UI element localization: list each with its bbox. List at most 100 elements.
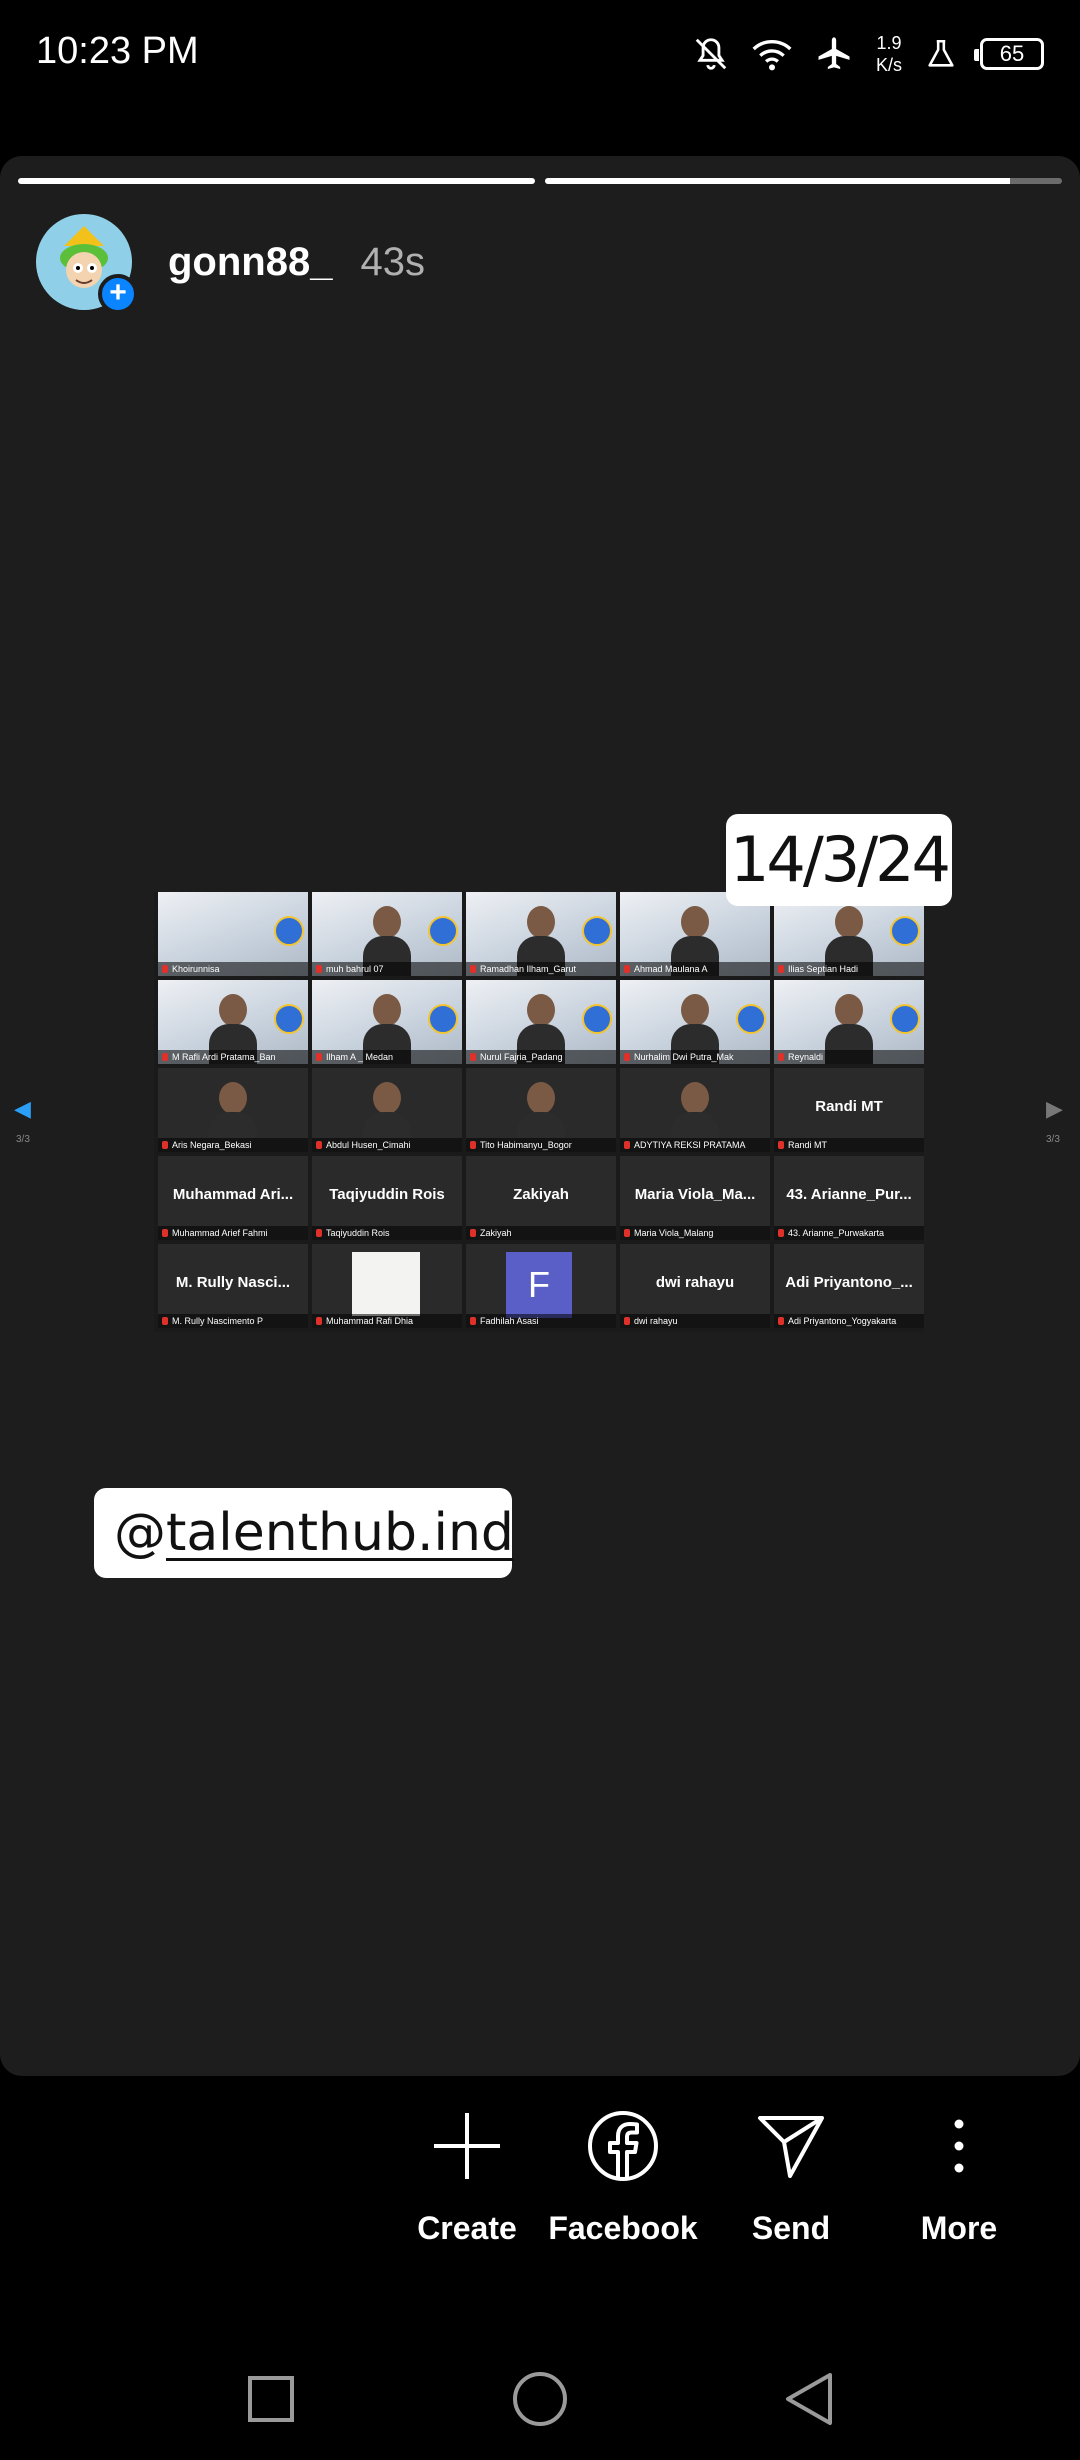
mention-prefix: @ <box>114 1503 166 1563</box>
participant-label: Randi MT <box>774 1138 924 1152</box>
participant-label: Tito Habimanyu_Bogor <box>466 1138 616 1152</box>
participant-tile: Khoirunnisa <box>158 892 308 976</box>
participant-tile: Nurhalim Dwi Putra_Mak <box>620 980 770 1064</box>
facebook-icon <box>583 2106 663 2186</box>
system-nav-bar <box>0 2340 1080 2460</box>
participant-label: Ramadhan Ilham_Garut <box>466 962 616 976</box>
participant-tile: ADYTIYA REKSI PRATAMA <box>620 1068 770 1152</box>
battery-level: 65 <box>999 41 1025 66</box>
participant-name-large: Muhammad Ari... <box>172 1186 294 1203</box>
participant-tile: Abdul Husen_Cimahi <box>312 1068 462 1152</box>
participant-label: Ilias Septian Hadi <box>774 962 924 976</box>
more-vertical-icon <box>919 2106 999 2186</box>
participant-label: Adi Priyantono_Yogyakarta <box>774 1314 924 1328</box>
participant-tile: M Rafli Ardi Pratama_Ban <box>158 980 308 1064</box>
create-label: Create <box>417 2210 517 2246</box>
participant-tile: Nurul Fajria_Padang <box>466 980 616 1064</box>
participant-label: M. Rully Nascimento P <box>158 1314 308 1328</box>
participant-tile: Reynaldi <box>774 980 924 1064</box>
date-sticker: 14/3/24 <box>726 814 952 906</box>
create-button[interactable]: Create <box>382 2106 552 2247</box>
event-logo-icon <box>582 1004 612 1034</box>
participant-name-large: Randi MT <box>815 1098 883 1115</box>
participant-initial-avatar: F <box>506 1252 572 1318</box>
participant-tile: dwi rahayu dwi rahayu <box>620 1244 770 1328</box>
participant-tile: muh bahrul 07 <box>312 892 462 976</box>
username[interactable]: gonn88_ <box>168 240 332 285</box>
participant-video <box>352 1252 420 1316</box>
participant-name-large: Adi Priyantono_... <box>785 1274 913 1291</box>
participant-name-large: 43. Arianne_Pur... <box>786 1186 912 1203</box>
participant-label: Ilham A _ Medan <box>312 1050 462 1064</box>
story-action-bar: Create Facebook Send More <box>0 2106 1080 2286</box>
status-bar: 10:23 PM 1.9 K/s 65 <box>0 0 1080 110</box>
participant-tile: Adi Priyantono_... Adi Priyantono_Yogyaka… <box>774 1244 924 1328</box>
story-card[interactable]: + gonn88_ 43s Khoirunnisa muh bahrul 07 Ra… <box>0 156 1080 2076</box>
participant-label: M Rafli Ardi Pratama_Ban <box>158 1050 308 1064</box>
meeting-prev-arrow-icon: ◀ <box>14 1096 31 1121</box>
participant-name-large: Zakiyah <box>513 1186 569 1203</box>
participant-tile: Ramadhan Ilham_Garut <box>466 892 616 976</box>
event-logo-icon <box>428 916 458 946</box>
network-speed: 1.9 K/s <box>876 32 902 76</box>
participant-tile: Muhammad Ari... Muhammad Arief Fahmi <box>158 1156 308 1240</box>
add-story-icon[interactable]: + <box>98 274 138 314</box>
meeting-page-left: 3/3 <box>16 1134 30 1145</box>
triangle-back-icon <box>786 2373 832 2425</box>
network-speed-value: 1.9 <box>876 33 902 53</box>
event-logo-icon <box>890 1004 920 1034</box>
participant-label: Nurul Fajria_Padang <box>466 1050 616 1064</box>
event-logo-icon <box>582 916 612 946</box>
participant-label: Muhammad Arief Fahmi <box>158 1226 308 1240</box>
participant-label: Abdul Husen_Cimahi <box>312 1138 462 1152</box>
participant-tile: Muhammad Rafi Dhia <box>312 1244 462 1328</box>
participant-name-large: M. Rully Nasci... <box>175 1274 291 1291</box>
participant-label: Fadhilah Asasi <box>466 1314 616 1328</box>
story-progress <box>18 178 1062 184</box>
plus-icon <box>427 2106 507 2186</box>
participant-label: Aris Negara_Bekasi <box>158 1138 308 1152</box>
event-logo-icon <box>428 1004 458 1034</box>
event-logo-icon <box>274 1004 304 1034</box>
participant-label: Ahmad Maulana A <box>620 962 770 976</box>
avatar[interactable]: + <box>36 214 138 314</box>
participant-label: Khoirunnisa <box>158 962 308 976</box>
participant-label: muh bahrul 07 <box>312 962 462 976</box>
event-logo-icon <box>736 1004 766 1034</box>
airplane-mode-icon <box>814 34 854 74</box>
participant-label: Muhammad Rafi Dhia <box>312 1314 462 1328</box>
facebook-button[interactable]: Facebook <box>538 2106 708 2247</box>
back-button[interactable] <box>774 2364 844 2434</box>
more-button[interactable]: More <box>874 2106 1044 2247</box>
meeting-page-right: 3/3 <box>1046 1134 1060 1145</box>
home-button[interactable] <box>505 2364 575 2434</box>
mention-handle[interactable]: talenthub.ind <box>166 1503 514 1563</box>
lab-icon <box>924 37 958 71</box>
send-button[interactable]: Send <box>706 2106 876 2247</box>
participant-tile: Aris Negara_Bekasi <box>158 1068 308 1152</box>
network-speed-unit: K/s <box>875 55 902 75</box>
participant-tile: M. Rully Nasci... M. Rully Nascimento P <box>158 1244 308 1328</box>
participant-name-large: dwi rahayu <box>655 1274 735 1291</box>
participant-tile: F Fadhilah Asasi <box>466 1244 616 1328</box>
participant-tile: 43. Arianne_Pur... 43. Arianne_Purwakarta <box>774 1156 924 1240</box>
recents-button[interactable] <box>236 2364 306 2434</box>
send-icon <box>751 2106 831 2186</box>
wifi-icon <box>752 36 792 72</box>
story-progress-segment <box>18 178 535 184</box>
participant-label: ADYTIYA REKSI PRATAMA <box>620 1138 770 1152</box>
more-label: More <box>920 2210 998 2246</box>
participant-label: Reynaldi <box>774 1050 924 1064</box>
story-time: 43s <box>360 239 425 284</box>
mention-sticker[interactable]: @talenthub.ind <box>94 1488 514 1578</box>
participant-tile: Zakiyah Zakiyah <box>466 1156 616 1240</box>
square-icon <box>248 2376 294 2422</box>
event-logo-icon <box>274 916 304 946</box>
participant-label: Zakiyah <box>466 1226 616 1240</box>
status-time: 10:23 PM <box>36 30 199 72</box>
participant-tile: Taqiyuddin Rois Taqiyuddin Rois <box>312 1156 462 1240</box>
participant-name-large: Taqiyuddin Rois <box>329 1186 445 1203</box>
story-header: + gonn88_ 43s <box>36 212 425 314</box>
circle-icon <box>513 2372 567 2426</box>
participant-tile: Ilham A _ Medan <box>312 980 462 1064</box>
